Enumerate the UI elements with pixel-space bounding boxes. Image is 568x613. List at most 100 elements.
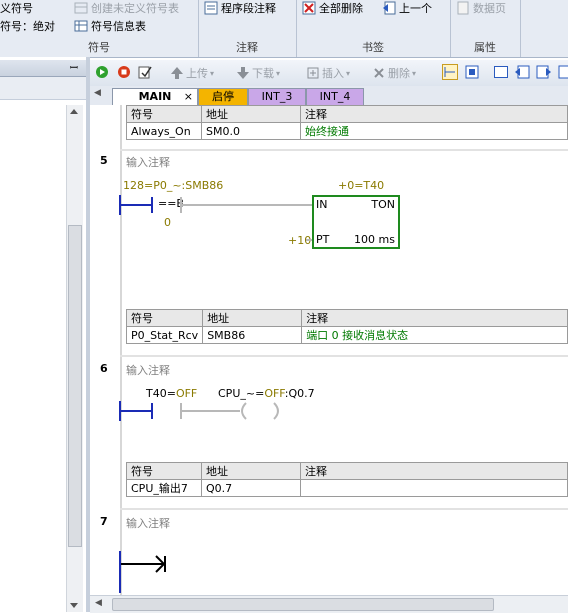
- pin-icon[interactable]: ꟷ: [70, 60, 78, 74]
- tab-close-icon[interactable]: ×: [184, 89, 193, 105]
- ribbon-group-symbol: 义符号 符号：绝对 创建未定义符号表 符号信息表 符号: [0, 0, 199, 57]
- network-separator: [120, 149, 568, 151]
- comment-cell: 始终接通: [300, 122, 568, 140]
- fbd-view-icon[interactable]: [464, 64, 480, 80]
- tab-int3[interactable]: INT_3: [248, 88, 306, 105]
- timer-in-pin: IN: [316, 198, 328, 211]
- previous-bookmark-label: 上一个: [399, 2, 432, 15]
- ribbon: 义符号 符号：绝对 创建未定义符号表 符号信息表 符号 程序段注释 注释 全部删…: [0, 0, 568, 58]
- run-icon[interactable]: [95, 65, 109, 79]
- scroll-left-icon[interactable]: ◀: [95, 598, 102, 608]
- coil-label-prefix: CPU_~: [218, 387, 256, 400]
- ribbon-group-bookmark: 全部删除 上一个 书签: [296, 0, 451, 57]
- symbol-table-icon: [74, 20, 88, 32]
- address-cell: SMB86: [202, 326, 303, 344]
- coil-label-address: :Q0.7: [284, 387, 315, 400]
- editor-toolbar: 上传 ▾ 下载 ▾ 插入 ▾ 删除 ▾: [90, 60, 568, 87]
- window-icon[interactable]: [494, 66, 508, 78]
- delete-label: 删除: [388, 67, 410, 80]
- upload-button[interactable]: 上传 ▾: [170, 65, 214, 81]
- network-6-number[interactable]: 6: [100, 362, 108, 375]
- rung-wire: [119, 204, 151, 206]
- ribbon-group-properties: 数据页 属性: [450, 0, 521, 57]
- compare-contact-left[interactable]: [151, 197, 153, 213]
- symbol-header: 符号: [125, 309, 204, 327]
- address-header: 地址: [201, 462, 301, 480]
- symbol-info-table-label: 符号信息表: [91, 20, 146, 33]
- pt-wire: [306, 239, 312, 241]
- timer-time-base: 100 ms: [354, 233, 395, 246]
- download-button[interactable]: 下载 ▾: [236, 65, 280, 81]
- table-icon: [74, 2, 88, 14]
- network-6-symbol-table: 符号 地址 注释 CPU_输出7 Q0.7: [126, 462, 568, 497]
- stop-icon[interactable]: [117, 65, 131, 79]
- comment-cell: 端口 0 接收消息状态: [301, 326, 568, 344]
- hscroll-thumb[interactable]: [112, 598, 494, 611]
- upload-label: 上传: [186, 67, 208, 80]
- tab-main[interactable]: MAIN ×: [112, 88, 198, 105]
- delete-all-bookmarks-button[interactable]: 全部删除: [302, 0, 363, 16]
- compare-top-text: 128=P0_~:SMB86: [123, 179, 224, 192]
- insertion-arrow-icon: [155, 555, 166, 573]
- scroll-up-icon[interactable]: [70, 109, 78, 114]
- tab-int4[interactable]: INT_4: [306, 88, 364, 105]
- network-comment-label: 程序段注释: [221, 2, 276, 15]
- comment-header: 注释: [300, 105, 568, 123]
- left-pane-scrollbar[interactable]: [66, 105, 83, 612]
- navigate-back-icon[interactable]: [514, 65, 530, 79]
- address-cell: SM0.0: [201, 122, 301, 140]
- network-separator: [120, 508, 568, 510]
- delete-button[interactable]: 删除 ▾: [372, 65, 416, 81]
- insert-icon: [307, 67, 319, 79]
- timer-type: TON: [371, 198, 395, 211]
- timer-label[interactable]: +0=T40: [338, 179, 384, 192]
- contact-left[interactable]: [151, 403, 153, 419]
- symbol-absolute-label: 符号：绝对: [0, 20, 55, 33]
- network-comment-button[interactable]: 程序段注释: [204, 0, 276, 16]
- address-header: 地址: [201, 105, 301, 123]
- contact-label-state: OFF: [175, 387, 198, 400]
- compare-operand-bottom[interactable]: 0: [164, 216, 171, 229]
- data-page-button[interactable]: 数据页: [456, 0, 506, 16]
- coil-label-state: OFF: [264, 387, 285, 400]
- symbol-info-table-button[interactable]: 符号信息表: [74, 18, 146, 34]
- create-undefined-symbol-table-button[interactable]: 创建未定义符号表: [74, 0, 179, 16]
- symbol-header: 符号: [126, 462, 202, 480]
- network-7-number[interactable]: 7: [100, 515, 108, 528]
- tabs-scroll-left-icon[interactable]: ◀: [94, 88, 101, 98]
- symbol-absolute-button[interactable]: 符号：绝对: [0, 18, 55, 34]
- network-4-margin: [120, 105, 122, 149]
- address-cell: Q0.7: [201, 479, 301, 497]
- contact-label[interactable]: T40=OFF: [146, 387, 197, 400]
- rung-wire-inactive: [182, 410, 240, 412]
- ladder-editor[interactable]: 符号 地址 注释 Always_On SM0.0 始终接通 5 输入注释 128…: [90, 105, 568, 595]
- network-5-comment[interactable]: 输入注释: [126, 154, 170, 170]
- ladder-view-icon[interactable]: [442, 64, 458, 80]
- output-coil[interactable]: [236, 401, 284, 421]
- scroll-down-icon[interactable]: [70, 603, 78, 608]
- previous-bookmark-button[interactable]: 上一个: [382, 0, 432, 16]
- previous-bookmark-icon: [383, 1, 396, 15]
- network-6-comment[interactable]: 输入注释: [126, 362, 170, 378]
- navigate-forward-icon[interactable]: [536, 65, 552, 79]
- coil-label[interactable]: CPU_~=OFF:Q0.7: [218, 387, 315, 400]
- network-5-number[interactable]: 5: [100, 154, 108, 167]
- network-7-comment[interactable]: 输入注释: [126, 515, 170, 531]
- symbol-cell: P0_Stat_Rcv: [125, 326, 204, 344]
- compare-operand-top[interactable]: 128=P0_~:SMB86: [123, 179, 223, 192]
- define-symbol-button[interactable]: 义符号: [0, 0, 33, 16]
- symbol-cell: CPU_输出7: [126, 479, 202, 497]
- upload-icon: [171, 67, 183, 79]
- timer-label-text: +0=T40: [338, 179, 385, 192]
- ton-timer-box[interactable]: IN TON PT 100 ms: [312, 195, 400, 249]
- symbol-header: 符号: [126, 105, 202, 123]
- data-page-icon: [457, 1, 469, 15]
- rung-wire-inactive: [182, 204, 312, 206]
- editor-hscrollbar[interactable]: ◀: [90, 595, 568, 613]
- tab-startstop[interactable]: 启停: [198, 88, 248, 105]
- bookmark-icon[interactable]: [558, 65, 568, 79]
- tab-startstop-label: 启停: [212, 90, 234, 103]
- left-scroll-thumb[interactable]: [68, 225, 82, 547]
- compile-icon[interactable]: [138, 65, 152, 79]
- insert-button[interactable]: 插入 ▾: [306, 65, 350, 81]
